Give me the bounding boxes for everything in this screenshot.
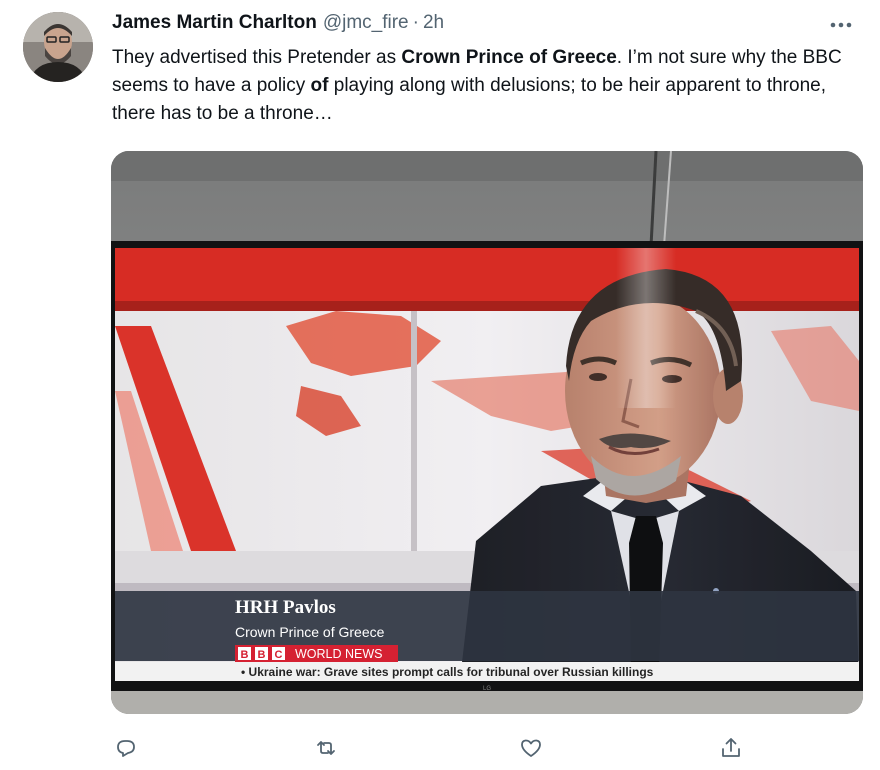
like-button[interactable] — [515, 732, 547, 764]
retweet-button[interactable] — [310, 732, 342, 764]
tweet-text: They advertised this Pretender as Crown … — [112, 44, 860, 128]
retweet-icon — [317, 741, 335, 755]
separator-dot: · — [412, 12, 419, 33]
reply-icon — [117, 740, 135, 757]
share-button[interactable] — [715, 732, 747, 764]
author-handle[interactable]: @jmc_fire — [323, 12, 409, 34]
more-button[interactable] — [824, 10, 858, 40]
text-bold: of — [310, 75, 329, 96]
avatar-image — [23, 12, 93, 82]
photo-tv-screen: HRH Pavlos Crown Prince of Greece B B C … — [111, 151, 863, 714]
tweet[interactable]: James Martin Charlton @jmc_fire · 2h The… — [0, 0, 880, 770]
avatar[interactable] — [23, 12, 93, 82]
tweet-photo[interactable]: HRH Pavlos Crown Prince of Greece B B C … — [111, 151, 863, 714]
text-bold: Crown Prince of Greece — [401, 47, 617, 68]
like-icon — [521, 739, 541, 757]
more-horizontal-icon — [830, 22, 852, 28]
tweet-timestamp[interactable]: 2h — [423, 12, 444, 34]
text-part: They advertised this Pretender as — [112, 47, 402, 68]
tweet-header: James Martin Charlton @jmc_fire · 2h — [112, 12, 820, 42]
share-icon — [722, 738, 740, 757]
author-name[interactable]: James Martin Charlton — [112, 12, 317, 34]
tweet-actions — [110, 732, 750, 764]
reply-button[interactable] — [110, 732, 142, 764]
